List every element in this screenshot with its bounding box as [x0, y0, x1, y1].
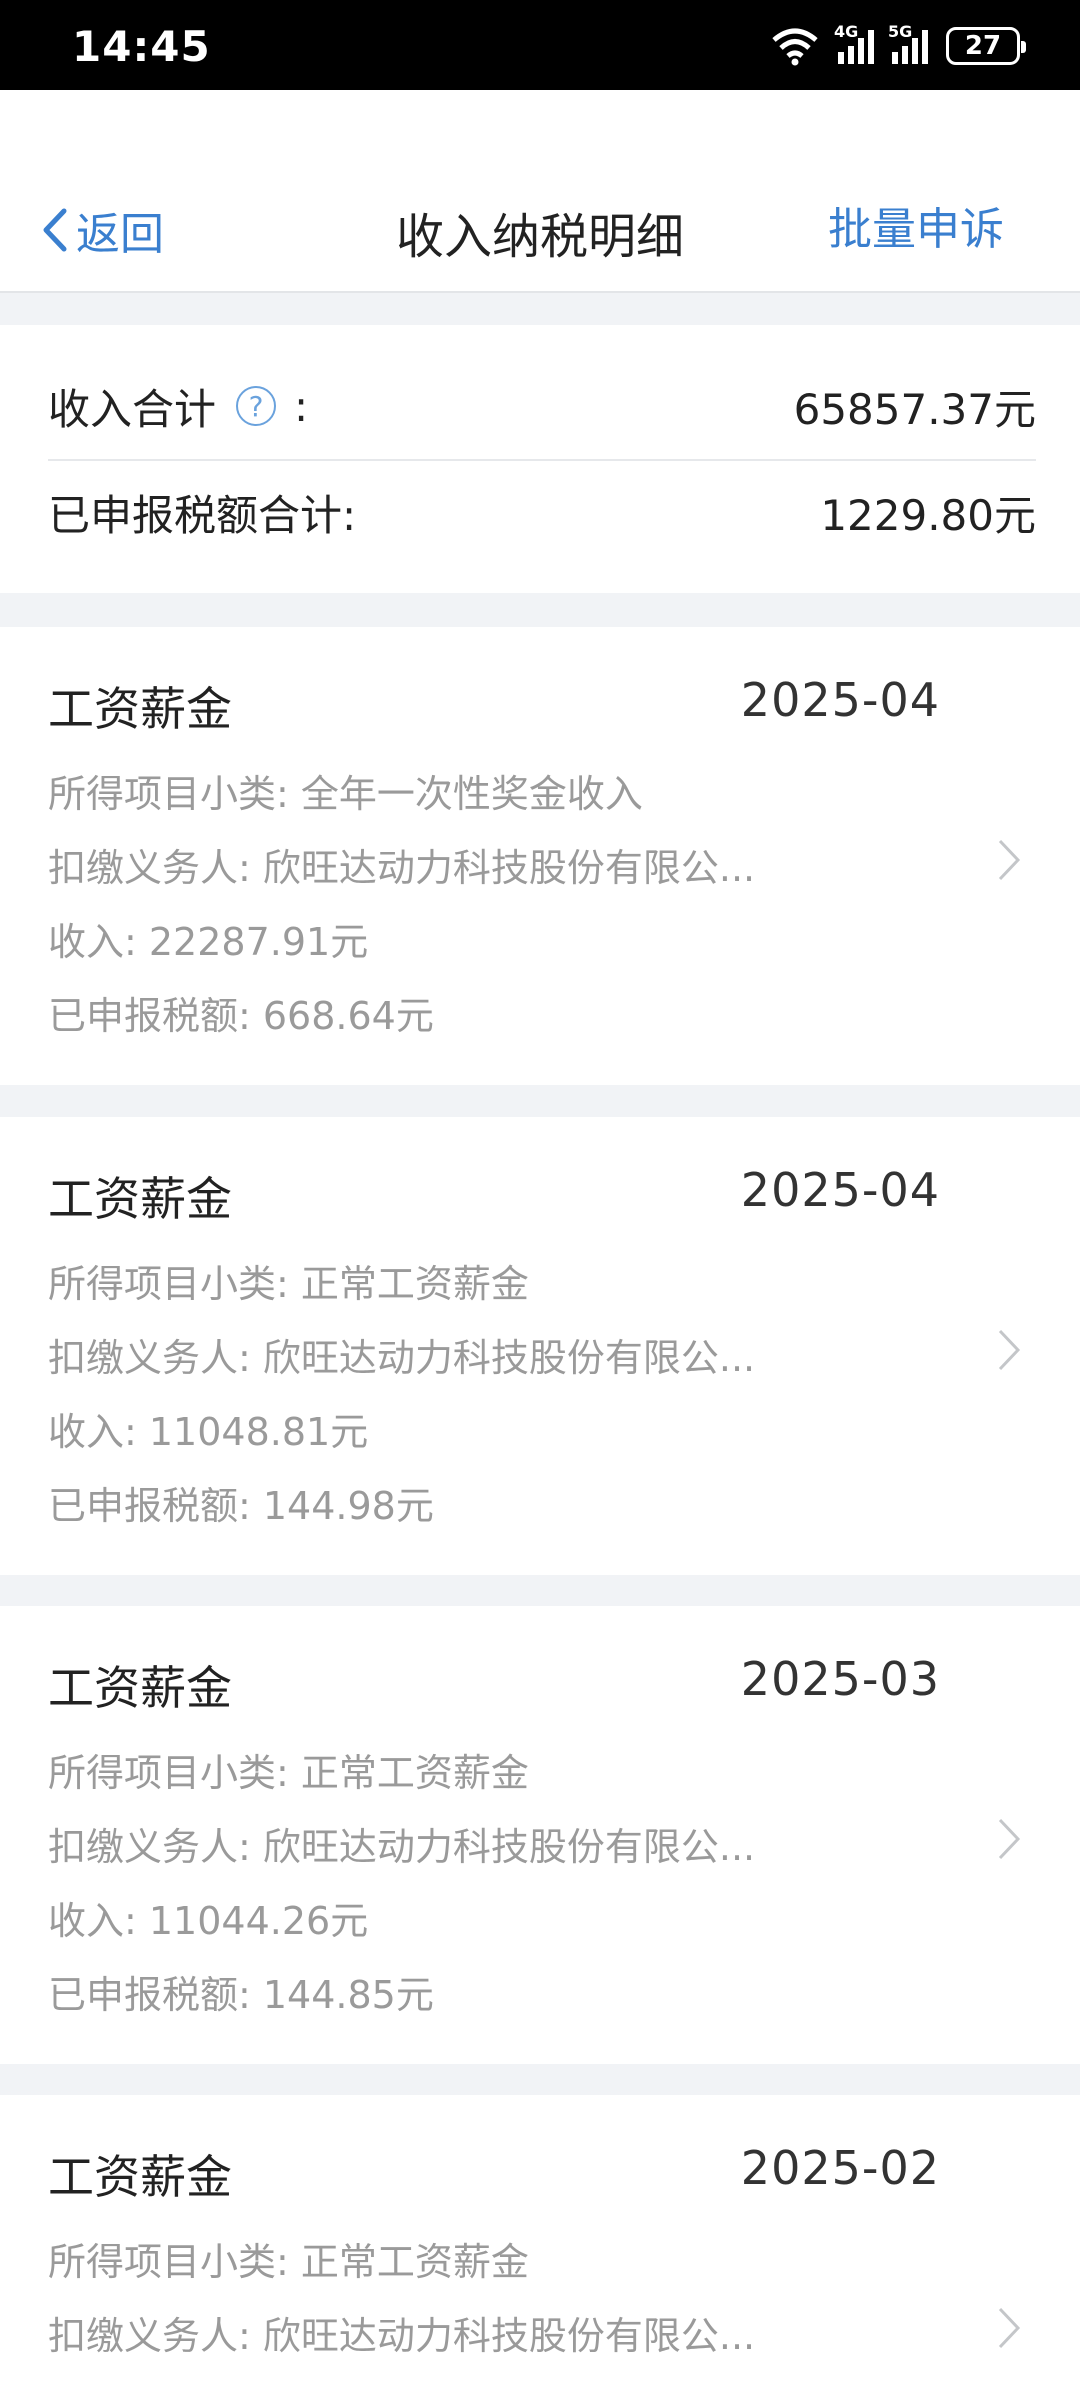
chevron-right-icon	[998, 1818, 1021, 1860]
record-title: 工资薪金	[48, 1172, 232, 1226]
record-tax: 已申报税额: 668.64元	[48, 994, 434, 1038]
status-bar: 14:45 4G 5G 27	[0, 0, 1080, 90]
record-income: 收入: 11048.81元	[48, 1410, 369, 1454]
back-button[interactable]: 返回	[40, 200, 164, 260]
divider	[48, 459, 1036, 461]
chevron-left-icon	[43, 208, 67, 252]
record-date: 2025-02	[740, 2141, 940, 2195]
record-title: 工资薪金	[48, 2150, 232, 2204]
help-icon[interactable]: ?	[236, 386, 277, 426]
battery-icon: 27	[946, 27, 1026, 65]
wifi-icon	[772, 28, 818, 66]
nav-bar	[0, 90, 1080, 293]
signal-4g-icon: 4G	[834, 22, 874, 64]
tax-total-value: 1229.80元	[820, 490, 1036, 540]
income-total-label: 收入合计	[48, 384, 217, 434]
record-subcategory: 所得项目小类: 全年一次性奖金收入	[48, 772, 643, 816]
chevron-right-icon	[998, 2307, 1021, 2349]
record-card[interactable]: 工资薪金 2025-03 所得项目小类: 正常工资薪金 扣缴义务人: 欣旺达动力…	[0, 1606, 1080, 2064]
record-date: 2025-04	[740, 1163, 940, 1217]
record-payer: 扣缴义务人: 欣旺达动力科技股份有限公...	[48, 846, 756, 890]
battery-level: 27	[964, 31, 1002, 61]
income-total-row: 收入合计 ? : 65857.37元	[48, 366, 1036, 446]
record-income: 收入: 22287.91元	[48, 920, 369, 964]
record-payer: 扣缴义务人: 欣旺达动力科技股份有限公...	[48, 2314, 756, 2358]
record-date: 2025-04	[740, 673, 940, 727]
income-total-value: 65857.37元	[793, 384, 1036, 434]
chevron-right-icon	[998, 839, 1021, 881]
record-subcategory: 所得项目小类: 正常工资薪金	[48, 1751, 529, 1795]
record-date: 2025-03	[740, 1652, 940, 1706]
income-total-colon: :	[294, 381, 309, 431]
record-card[interactable]: 工资薪金 2025-02 所得项目小类: 正常工资薪金 扣缴义务人: 欣旺达动力…	[0, 2095, 1080, 2400]
record-income: 收入: 11044.26元	[48, 1899, 369, 1943]
record-subcategory: 所得项目小类: 正常工资薪金	[48, 2240, 529, 2284]
signal-5g-icon: 5G	[888, 22, 928, 64]
record-tax: 已申报税额: 144.98元	[48, 1484, 434, 1528]
record-tax: 已申报税额: 144.85元	[48, 1973, 434, 2017]
tax-total-row: 已申报税额合计: 1229.80元	[48, 472, 1036, 552]
status-icons: 4G 5G 27	[770, 22, 1026, 68]
record-card[interactable]: 工资薪金 2025-04 所得项目小类: 正常工资薪金 扣缴义务人: 欣旺达动力…	[0, 1117, 1080, 1575]
record-card[interactable]: 工资薪金 2025-04 所得项目小类: 全年一次性奖金收入 扣缴义务人: 欣旺…	[0, 627, 1080, 1085]
chevron-right-icon	[998, 1329, 1021, 1371]
status-time: 14:45	[72, 22, 211, 71]
record-subcategory: 所得项目小类: 正常工资薪金	[48, 1262, 529, 1306]
record-title: 工资薪金	[48, 1661, 232, 1715]
back-label: 返回	[76, 209, 164, 260]
record-title: 工资薪金	[48, 682, 232, 736]
record-payer: 扣缴义务人: 欣旺达动力科技股份有限公...	[48, 1825, 756, 1869]
record-payer: 扣缴义务人: 欣旺达动力科技股份有限公...	[48, 1336, 756, 1380]
batch-appeal-button[interactable]: 批量申诉	[828, 200, 1004, 260]
tax-total-label: 已申报税额合计:	[48, 490, 357, 540]
